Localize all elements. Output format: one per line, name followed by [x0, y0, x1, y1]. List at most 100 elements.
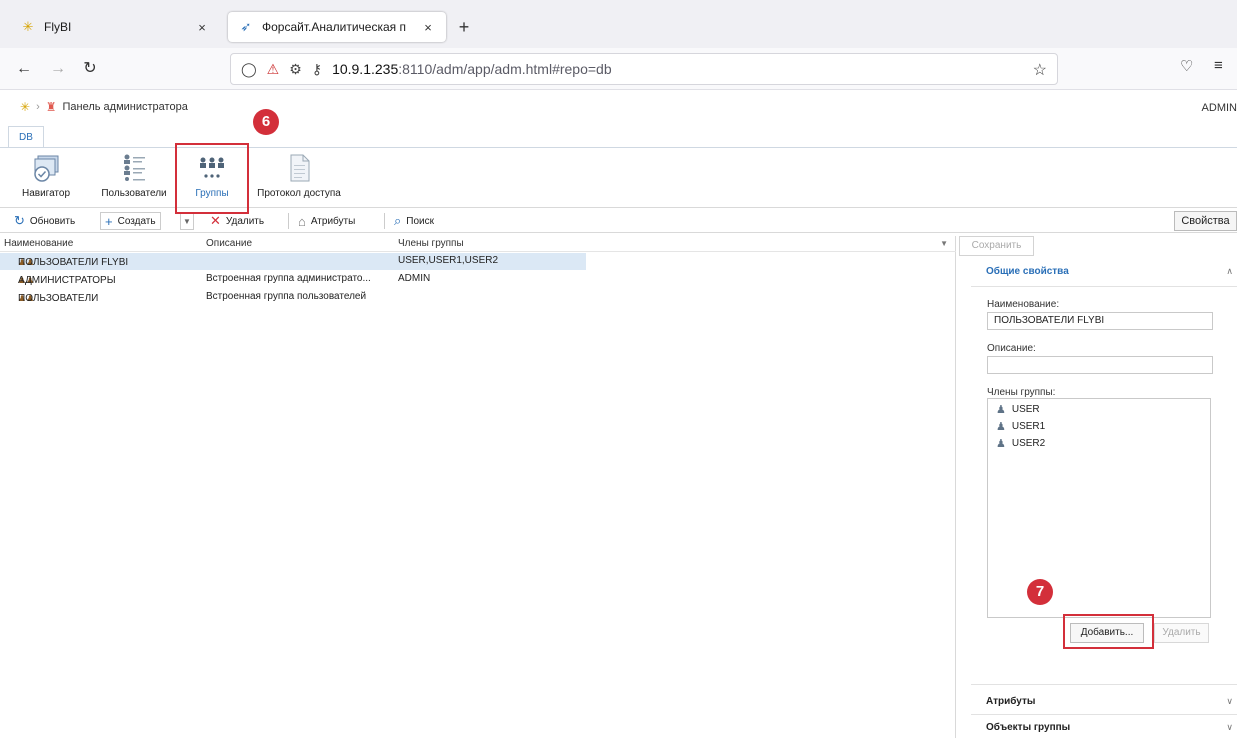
- user-icon: ♟: [996, 438, 1006, 450]
- search-button[interactable]: ⌕ Поиск: [394, 212, 434, 230]
- properties-panel: Сохранить Общие свойства ∧ Наименование:…: [957, 236, 1237, 738]
- delete-label: Удалить: [225, 215, 265, 227]
- attributes-label: Атрибуты: [310, 215, 356, 227]
- permissions-icon: ⚙: [289, 60, 302, 77]
- shield-icon: ◯: [241, 60, 257, 77]
- group-objects-section-header[interactable]: Объекты группы: [986, 722, 1070, 733]
- insecure-lock-icon: ⚠: [266, 60, 280, 77]
- users-list-icon: [124, 154, 145, 181]
- groups-label: Группы: [195, 188, 229, 199]
- forward-arrow-icon[interactable]: →: [46, 57, 70, 81]
- section-divider: [971, 286, 1237, 287]
- search-icon: ⌕: [394, 213, 402, 228]
- expand-chevron-icon[interactable]: ∨: [1226, 696, 1233, 707]
- row-name: АДМИНИСТРАТОРЫ: [18, 275, 116, 286]
- table-header: Наименование Описание Члены группы ▼: [0, 236, 956, 252]
- groups-button[interactable]: Группы: [182, 152, 242, 204]
- properties-button[interactable]: Свойства: [1174, 211, 1237, 231]
- table-row[interactable]: ♟♟ ПОЛЬЗОВАТЕЛИ FLYBI USER,USER1,USER2: [0, 253, 586, 270]
- row-name: ПОЛЬЗОВАТЕЛИ: [18, 293, 99, 304]
- access-log-button[interactable]: Протокол доступа: [252, 152, 346, 204]
- name-label: Наименование:: [987, 299, 1060, 310]
- members-label: Члены группы:: [987, 387, 1056, 398]
- section-divider: [971, 714, 1237, 715]
- app-header: ✳ › ♜ Панель администратора ADMIN: [0, 90, 1237, 130]
- users-button[interactable]: Пользователи: [96, 152, 172, 204]
- tag-icon: ⌂: [298, 213, 306, 229]
- refresh-label: Обновить: [29, 215, 76, 227]
- groups-table: Наименование Описание Члены группы ▼ ♟♟ П…: [0, 236, 956, 738]
- collapse-chevron-icon[interactable]: ∧: [1226, 266, 1233, 277]
- plus-icon: +: [105, 213, 113, 229]
- table-row[interactable]: ♟♟ ПОЛЬЗОВАТЕЛИ Встроенная группа пользов…: [0, 289, 586, 306]
- navigator-label: Навигатор: [21, 188, 71, 199]
- row-description: Встроенная группа администрато...: [206, 273, 371, 284]
- list-item[interactable]: ♟ USER: [996, 403, 1040, 416]
- expand-chevron-icon[interactable]: ∨: [1226, 722, 1233, 733]
- tab-repository-db[interactable]: DB: [8, 126, 44, 148]
- chevron-down-icon: ▼: [183, 216, 191, 226]
- table-row[interactable]: ♟♟ АДМИНИСТРАТОРЫ Встроенная группа админ…: [0, 271, 586, 288]
- attributes-section-header[interactable]: Атрибуты: [986, 696, 1035, 707]
- ribbon: Навигатор Пользователи Группы Протокол д…: [0, 148, 1237, 208]
- browser-tab-bar: ✳ FlyBI × ➶ Форсайт.Аналитическая п × +: [0, 0, 1237, 48]
- new-tab-button[interactable]: +: [452, 16, 476, 40]
- user-icon: ♟: [996, 421, 1006, 433]
- add-member-button[interactable]: Добавить...: [1070, 623, 1144, 643]
- name-field[interactable]: ПОЛЬЗОВАТЕЛИ FLYBI: [987, 312, 1213, 330]
- description-label: Описание:: [987, 343, 1036, 354]
- description-field[interactable]: [987, 356, 1213, 374]
- reload-icon[interactable]: ↻: [78, 57, 102, 81]
- delete-x-icon: ✕: [210, 213, 221, 228]
- create-label: Создать: [117, 215, 156, 227]
- back-arrow-icon[interactable]: ←: [12, 57, 36, 81]
- navigator-icon: [34, 155, 59, 182]
- toolbar: ↻ Обновить + Создать ▼ ✕ Удалить ⌂ Атриб…: [0, 209, 1237, 233]
- users-label: Пользователи: [101, 188, 167, 199]
- row-members: USER,USER1,USER2: [398, 255, 499, 266]
- row-members: ADMIN: [398, 273, 431, 284]
- browser-tab-foresight[interactable]: ➶ Форсайт.Аналитическая п ×: [228, 12, 446, 42]
- create-button[interactable]: + Создать: [100, 212, 161, 230]
- browser-nav-bar: ← → ↻ ◯ ⚠ ⚙ ⚷ 10.9.1.235:8110/adm/app/ad…: [0, 48, 1237, 90]
- breadcrumb-title: Панель администратора: [62, 101, 188, 113]
- breadcrumb-separator-icon: ›: [36, 101, 40, 113]
- toolbar-divider: [384, 213, 385, 229]
- attributes-button[interactable]: ⌂ Атрибуты: [298, 212, 355, 230]
- column-header-description[interactable]: Описание: [206, 238, 252, 249]
- pocket-icon[interactable]: ♡: [1180, 57, 1193, 75]
- tab-title: FlyBI: [44, 20, 72, 34]
- key-icon: ⚷: [311, 60, 323, 77]
- column-menu-icon[interactable]: ▼: [940, 239, 948, 248]
- general-properties-header[interactable]: Общие свойства: [986, 266, 1069, 277]
- list-item[interactable]: ♟ USER1: [996, 420, 1045, 433]
- step-7-badge: 7: [1027, 579, 1053, 605]
- delete-button[interactable]: ✕ Удалить: [210, 212, 264, 230]
- bookmark-star-icon[interactable]: ☆: [1033, 60, 1047, 80]
- browser-tab-flybi[interactable]: ✳ FlyBI ×: [10, 12, 220, 42]
- members-list[interactable]: ♟ USER ♟ USER1 ♟ USER2: [987, 398, 1211, 618]
- tab-close-icon[interactable]: ×: [194, 20, 210, 35]
- user-icon: ♟: [996, 404, 1006, 416]
- column-header-members[interactable]: Члены группы: [398, 238, 464, 249]
- app-logo-icon[interactable]: ✳: [20, 100, 30, 114]
- create-dropdown-button[interactable]: ▼: [180, 212, 194, 230]
- menu-icon[interactable]: ≡: [1214, 57, 1223, 74]
- save-button[interactable]: Сохранить: [959, 236, 1034, 256]
- address-bar[interactable]: ◯ ⚠ ⚙ ⚷ 10.9.1.235:8110/adm/app/adm.html…: [230, 53, 1058, 85]
- tab-close-icon[interactable]: ×: [420, 20, 436, 35]
- list-item[interactable]: ♟ USER2: [996, 437, 1045, 450]
- breadcrumb: ✳ › ♜ Панель администратора: [20, 100, 188, 114]
- toolbar-divider: [288, 213, 289, 229]
- step-6-badge: 6: [253, 109, 279, 135]
- access-log-label: Протокол доступа: [257, 188, 341, 199]
- access-log-document-icon: [290, 154, 310, 182]
- remove-member-button[interactable]: Удалить: [1154, 623, 1209, 643]
- admin-panel-icon: ♜: [45, 100, 57, 114]
- column-header-name[interactable]: Наименование: [4, 238, 73, 249]
- navigator-button[interactable]: Навигатор: [16, 152, 76, 204]
- member-name: USER1: [1011, 421, 1046, 432]
- refresh-button[interactable]: ↻ Обновить: [14, 212, 75, 230]
- tab-title: Форсайт.Аналитическая п: [262, 20, 406, 34]
- current-user[interactable]: ADMIN: [1202, 102, 1237, 114]
